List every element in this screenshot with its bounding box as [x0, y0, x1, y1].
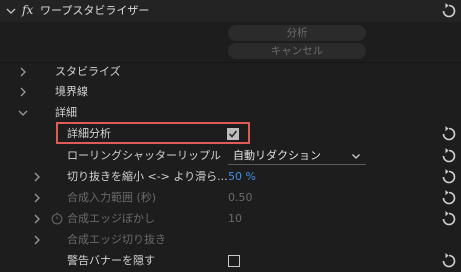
reset-icon[interactable] [440, 210, 458, 228]
cancel-button[interactable]: キャンセル [228, 43, 366, 59]
reset-icon[interactable] [440, 252, 458, 270]
group-advanced[interactable]: 詳細 [55, 106, 77, 120]
expand-chevron-icon[interactable] [31, 213, 43, 225]
reset-icon[interactable] [440, 189, 458, 207]
collapse-chevron-icon[interactable] [17, 107, 29, 119]
fx-toggle-icon[interactable]: fx [22, 3, 33, 17]
analyze-button[interactable]: 分析 [228, 25, 366, 41]
synth-edge-feather-label: 合成エッジぼかし [67, 212, 155, 225]
synth-edge-cropping-label: 合成エッジ切り抜き [67, 233, 166, 246]
hide-warning-banner-label: 警告バナーを隠す [67, 254, 155, 267]
group-stabilize[interactable]: スタビライズ [55, 65, 121, 79]
effect-controls-panel: fx ワープスタビライザー 分析 キャンセル スタビライズ 境界線 詳細 詳細分… [0, 0, 461, 272]
rolling-shutter-label: ローリングシャッターリップル [67, 149, 221, 162]
chevron-down-icon[interactable] [350, 150, 362, 162]
hide-warning-banner-checkbox[interactable] [228, 255, 240, 267]
effect-title: ワープスタビライザー [40, 4, 150, 17]
synth-input-range-value: 0.50 [228, 191, 253, 204]
reset-icon[interactable] [440, 147, 458, 165]
reset-icon[interactable] [440, 2, 458, 20]
crop-smooth-label: 切り抜きを縮小 <-> より滑ら... [67, 170, 228, 183]
expand-chevron-icon[interactable] [31, 171, 43, 183]
expand-chevron-icon[interactable] [17, 66, 29, 78]
expand-chevron-icon[interactable] [17, 86, 29, 98]
reset-icon[interactable] [440, 125, 458, 143]
expand-chevron-icon[interactable] [31, 192, 43, 204]
stopwatch-icon[interactable] [50, 211, 64, 225]
reset-icon[interactable] [440, 168, 458, 186]
expand-chevron-icon[interactable] [31, 234, 43, 246]
highlight-box [56, 122, 250, 144]
synth-edge-feather-value: 10 [228, 212, 242, 225]
group-borders[interactable]: 境界線 [55, 85, 88, 99]
rolling-shutter-dropdown[interactable]: 自動リダクション [233, 149, 321, 163]
collapse-chevron-icon[interactable] [5, 5, 17, 17]
crop-smooth-value[interactable]: 50 % [228, 170, 256, 184]
synth-input-range-label: 合成入力範囲 (秒) [67, 191, 157, 204]
